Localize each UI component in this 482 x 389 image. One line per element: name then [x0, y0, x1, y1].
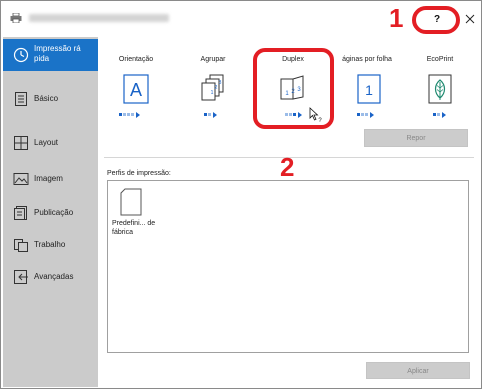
grid-layout-icon	[14, 136, 28, 150]
content-panel: Orientação A Agrupar 3 2 1 Duplex 1 2 3 …	[98, 37, 481, 388]
sidebar-item-label: Imagem	[34, 174, 63, 183]
sidebar-item-label: Básico	[34, 94, 59, 103]
sidebar-item-imagem[interactable]: Imagem	[3, 163, 98, 195]
sidebar: Impressão rá pida Básico Layout Imagem P…	[3, 37, 98, 387]
clock-icon	[13, 47, 29, 63]
orientation-a-icon[interactable]: A	[121, 74, 151, 104]
svg-text:A: A	[130, 80, 142, 100]
option-label-paginas-por-folha: áginas por folha	[342, 56, 392, 63]
advanced-arrow-icon	[14, 270, 28, 284]
help-button[interactable]: ?	[427, 11, 447, 29]
title-bar: 1 ?	[1, 1, 481, 35]
sidebar-item-label: Publicação	[34, 208, 74, 217]
repor-button[interactable]: Repor	[364, 129, 468, 147]
annotation-marker-1: 1	[389, 3, 404, 33]
collate-icon[interactable]: 3 2 1	[198, 74, 228, 104]
option-label-agrupar: Agrupar	[200, 56, 226, 63]
option-label-ecoprint: EcoPrint	[426, 56, 454, 63]
window-title	[29, 14, 169, 22]
svg-text:2: 2	[215, 85, 218, 91]
sidebar-item-basico[interactable]: Básico	[3, 83, 98, 115]
annotation-marker-2: 2	[280, 152, 295, 182]
sidebar-item-layout[interactable]: Layout	[3, 127, 98, 159]
sidebar-item-publicacao[interactable]: Publicação	[3, 197, 98, 229]
image-icon	[13, 173, 29, 185]
duplex-highlight-ring	[253, 48, 334, 129]
printer-icon	[10, 13, 22, 23]
profile-document-icon	[120, 188, 142, 216]
sidebar-item-impressao-rapida[interactable]: Impressão rá pida	[3, 39, 98, 71]
profiles-list[interactable]: Predefini... de fábrica	[107, 180, 469, 353]
sidebar-item-label: Impressão rá pida	[34, 44, 81, 63]
sidebar-item-label: Trabalho	[34, 240, 66, 249]
sidebar-item-label: Layout	[34, 138, 59, 147]
print-preferences-window: 1 ? Impressão rá pida Básico Layout Imag…	[0, 0, 482, 389]
option-level-agrupar[interactable]	[204, 110, 217, 118]
option-level-paginas-por-folha[interactable]	[357, 110, 374, 118]
profile-item-default[interactable]: Predefini... de fábrica	[108, 181, 178, 251]
ecoprint-leaf-icon[interactable]	[425, 74, 455, 104]
sidebar-item-label: Avançadas	[34, 272, 74, 281]
profiles-label: Perfis de impressão:	[107, 170, 171, 177]
profile-item-label: Predefini... de fábrica	[112, 220, 156, 236]
option-label-orientacao: Orientação	[118, 56, 154, 63]
svg-text:1: 1	[365, 82, 373, 98]
document-lines-icon	[15, 92, 27, 106]
job-icon	[14, 239, 28, 252]
aplicar-button[interactable]: Aplicar	[366, 362, 470, 379]
publication-icon	[14, 206, 27, 220]
svg-text:3: 3	[219, 80, 222, 86]
sidebar-item-avancadas[interactable]: Avançadas	[3, 261, 98, 293]
option-level-ecoprint[interactable]	[433, 110, 446, 118]
sidebar-item-trabalho[interactable]: Trabalho	[3, 229, 98, 261]
option-level-orientacao[interactable]	[119, 110, 140, 118]
close-icon[interactable]	[464, 13, 476, 25]
svg-text:1: 1	[211, 90, 214, 96]
pages-per-sheet-icon[interactable]: 1	[354, 74, 384, 104]
